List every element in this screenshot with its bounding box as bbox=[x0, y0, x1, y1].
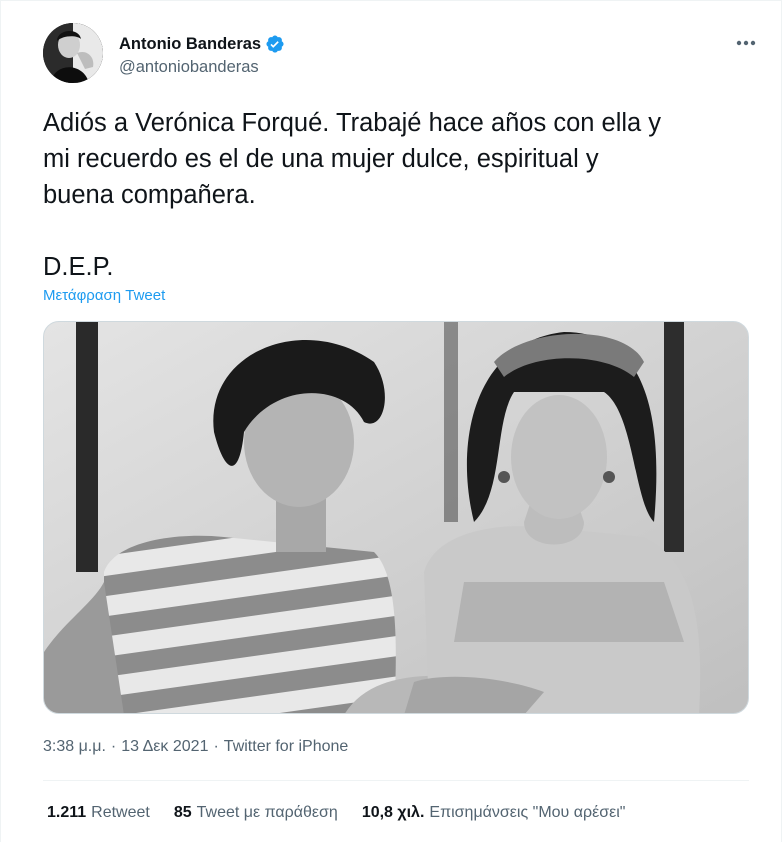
retweets-stat[interactable]: 1.211 Retweet bbox=[47, 804, 150, 822]
likes-count: 10,8 χιλ. bbox=[361, 804, 425, 821]
meta-separator: · bbox=[110, 738, 117, 755]
quote-tweets-label: Tweet με παράθεση bbox=[196, 804, 338, 821]
tweet-card: Antonio Banderas @antoniobanderas Adiós … bbox=[0, 0, 782, 842]
display-name[interactable]: Antonio Banderas bbox=[119, 35, 261, 54]
quote-tweets-stat[interactable]: 85 Tweet με παράθεση bbox=[174, 804, 338, 822]
tweet-text: Adiós a Verónica Forqué. Trabajé hace añ… bbox=[43, 109, 662, 281]
translate-tweet-link[interactable]: Μετάφραση Tweet bbox=[43, 287, 165, 304]
tweet-date[interactable]: 13 Δεκ 2021 bbox=[121, 738, 208, 756]
user-handle[interactable]: @antoniobanderas bbox=[119, 58, 285, 77]
tweet-stats: 1.211 Retweet 85 Tweet με παράθεση 10,8 … bbox=[47, 804, 649, 822]
retweets-label: Retweet bbox=[91, 804, 150, 821]
display-name-row: Antonio Banderas bbox=[119, 33, 285, 55]
tweet-timestamp: 3:38 μ.μ. · 13 Δεκ 2021 · Twitter for iP… bbox=[43, 738, 348, 756]
likes-stat[interactable]: 10,8 χιλ. Επισημάνσεις "Μου αρέσει" bbox=[362, 804, 626, 822]
more-options-button[interactable] bbox=[729, 29, 763, 57]
meta-separator: · bbox=[213, 738, 219, 755]
avatar[interactable] bbox=[43, 23, 103, 83]
photo-icon bbox=[44, 322, 748, 713]
likes-label: Επισημάνσεις "Μου αρέσει" bbox=[429, 804, 626, 821]
author-names: Antonio Banderas @antoniobanderas bbox=[119, 33, 285, 77]
tweet-header: Antonio Banderas @antoniobanderas bbox=[43, 23, 763, 87]
verified-badge-icon bbox=[265, 34, 285, 54]
divider bbox=[43, 780, 749, 781]
tweet-photo[interactable] bbox=[43, 321, 749, 714]
profile-photo-icon bbox=[43, 23, 103, 83]
quote-tweets-count: 85 bbox=[173, 804, 192, 821]
tweet-source[interactable]: Twitter for iPhone bbox=[224, 738, 349, 756]
retweets-count: 1.211 bbox=[47, 804, 87, 821]
tweet-time[interactable]: 3:38 μ.μ. bbox=[43, 738, 106, 756]
more-dots-icon bbox=[736, 40, 756, 46]
